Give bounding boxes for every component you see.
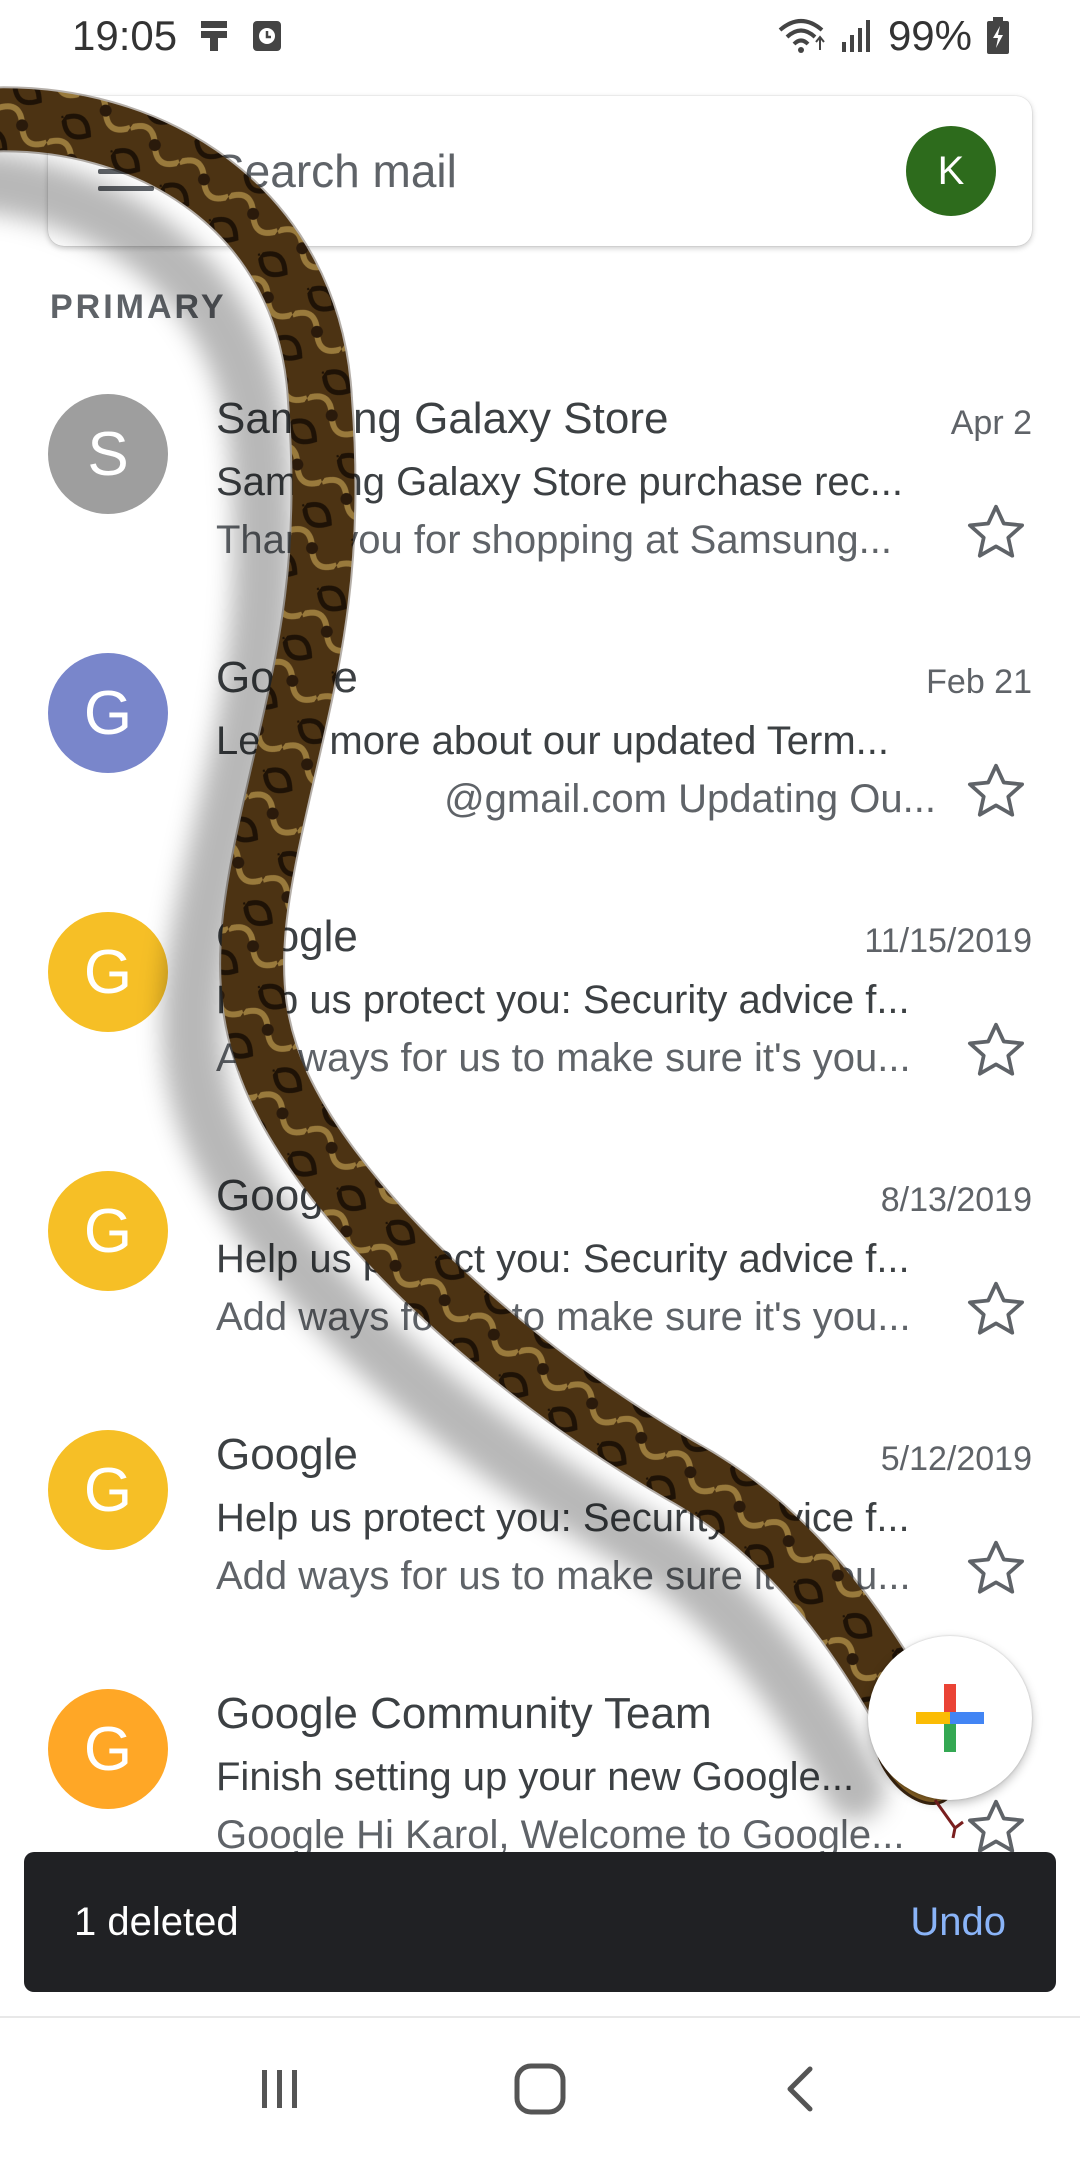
star-icon[interactable] [964, 1277, 1028, 1341]
search-input[interactable]: Search mail [214, 144, 906, 198]
sender-avatar[interactable]: G [48, 653, 168, 773]
star-icon[interactable] [964, 500, 1028, 564]
email-snippet: Add ways for us to make sure it's you... [216, 1295, 911, 1339]
search-bar[interactable]: Search mail K [48, 96, 1032, 246]
email-date: 5/12/2019 [880, 1440, 1032, 1478]
battery-charging-icon [986, 17, 1010, 55]
compose-button[interactable] [868, 1636, 1032, 1800]
compose-plus-icon [916, 1684, 984, 1752]
star-icon[interactable] [964, 1536, 1028, 1600]
email-sender: Google Community Team [216, 1689, 712, 1738]
email-sender: Google [216, 1171, 358, 1220]
status-time: 19:05 [72, 12, 178, 59]
sender-avatar[interactable]: G [48, 1430, 168, 1550]
signal-icon [840, 18, 874, 54]
wifi-icon [776, 16, 826, 56]
email-row[interactable]: G Google 11/15/2019 Help us protect you:… [0, 890, 1080, 1149]
email-subject: Finish setting up your new Google... [216, 1755, 855, 1799]
email-snippet: Add ways for us to make sure it's you... [216, 1036, 911, 1080]
email-subject: Help us protect you: Security advice f..… [216, 978, 910, 1022]
section-label-primary: PRIMARY [50, 288, 227, 326]
star-icon[interactable] [964, 1018, 1028, 1082]
email-row[interactable]: G Google 8/13/2019 Help us protect you: … [0, 1149, 1080, 1408]
battery-percent: 99% [887, 12, 972, 59]
undo-button[interactable]: Undo [910, 1900, 1006, 1945]
menu-icon[interactable] [98, 151, 154, 191]
star-icon[interactable] [964, 759, 1028, 823]
email-date: Feb 21 [926, 663, 1032, 701]
email-snippet: Thank you for shopping at Samsung... [216, 518, 892, 562]
alarm-icon [251, 19, 283, 53]
sender-avatar[interactable]: G [48, 1171, 168, 1291]
email-row[interactable]: G Google 5/12/2019 Help us protect you: … [0, 1408, 1080, 1667]
status-bar: 19:05 99% [0, 0, 1080, 72]
recents-icon[interactable] [235, 2044, 325, 2134]
email-sender: Google [216, 1430, 358, 1479]
email-subject: Help us protect you: Security advice f..… [216, 1496, 910, 1540]
email-subject: Samsung Galaxy Store purchase rec... [216, 460, 903, 504]
screen: 19:05 99% Search mail K PRIMARY S Samsun… [0, 0, 1080, 2160]
navigation-bar [0, 2016, 1080, 2160]
star-icon[interactable] [964, 1795, 1028, 1859]
email-subject: Help us protect you: Security advice f..… [216, 1237, 910, 1281]
email-subject: Learn more about our updated Term... [216, 719, 890, 763]
sender-avatar[interactable]: G [48, 1689, 168, 1809]
home-icon[interactable] [495, 2044, 585, 2134]
account-avatar[interactable]: K [906, 126, 996, 216]
email-row[interactable]: S Samsung Galaxy Store Apr 2 Samsung Gal… [0, 372, 1080, 631]
sender-avatar[interactable]: G [48, 912, 168, 1032]
snackbar-message: 1 deleted [74, 1899, 239, 1944]
email-date: 8/13/2019 [880, 1181, 1032, 1219]
email-sender: Google [216, 653, 358, 702]
email-sender: Google [216, 912, 358, 961]
email-row[interactable]: G Google Feb 21 Learn more about our upd… [0, 631, 1080, 890]
notification-icon [199, 19, 229, 53]
email-date: Apr 2 [950, 404, 1032, 442]
sender-avatar[interactable]: S [48, 394, 168, 514]
snackbar: 1 deleted Undo [24, 1852, 1056, 1992]
email-sender: Samsung Galaxy Store [216, 394, 669, 443]
email-date: 11/15/2019 [864, 922, 1032, 960]
email-snippet: @gmail.com Updating Ou... [444, 777, 936, 821]
back-icon[interactable] [755, 2044, 845, 2134]
email-snippet: Add ways for us to make sure it's you... [216, 1554, 911, 1598]
